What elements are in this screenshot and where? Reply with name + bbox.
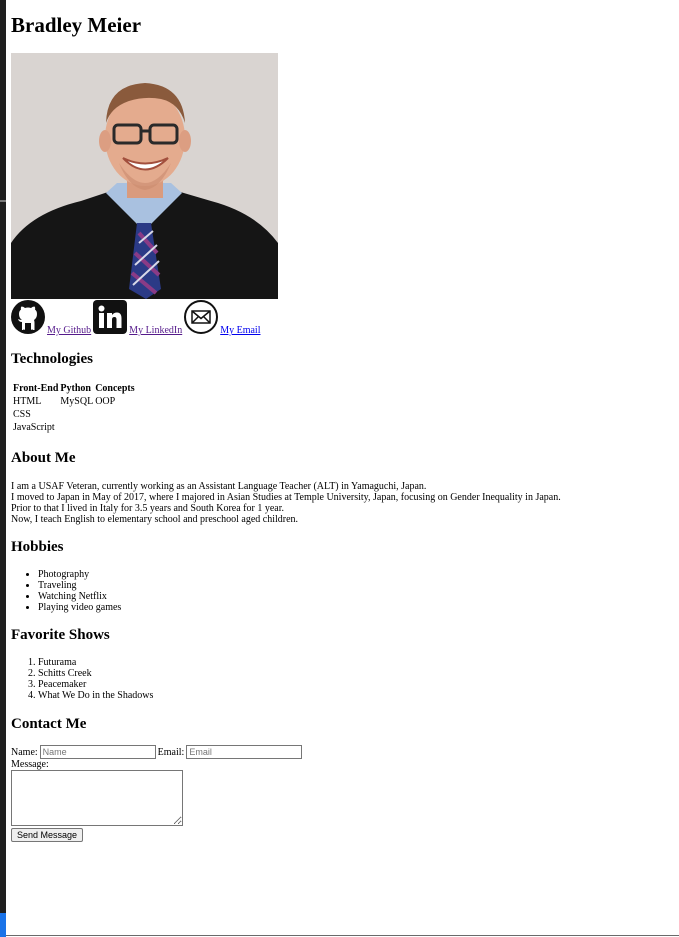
about-line: I moved to Japan in May of 2017, where I… xyxy=(11,492,561,503)
table-row: JavaScript xyxy=(13,422,135,433)
about-line: I am a USAF Veteran, currently working a… xyxy=(11,481,427,492)
about-line: Prior to that I lived in Italy for 3.5 y… xyxy=(11,503,284,514)
table-cell xyxy=(60,422,93,433)
email-input[interactable] xyxy=(186,745,303,759)
list-item: Photography xyxy=(38,569,121,580)
table-cell xyxy=(60,409,93,420)
hobbies-heading: Hobbies xyxy=(11,539,64,555)
table-header-row: Front-End Python Concepts xyxy=(13,383,135,394)
linkedin-icon[interactable] xyxy=(93,300,128,337)
page-title: Bradley Meier xyxy=(11,13,142,37)
list-item: What We Do in the Shadows xyxy=(38,690,153,701)
name-input[interactable] xyxy=(39,745,156,759)
table-cell: OOP xyxy=(95,396,116,407)
linkedin-link[interactable]: My LinkedIn xyxy=(129,325,182,337)
column-header: Front-End xyxy=(13,383,59,394)
window-bottom-edge xyxy=(6,935,679,936)
list-item: Schitts Creek xyxy=(38,668,153,679)
email-link[interactable]: My Email xyxy=(220,325,260,337)
table-cell: CSS xyxy=(13,409,31,420)
about-line: Now, I teach English to elementary schoo… xyxy=(11,514,299,525)
contact-heading: Contact Me xyxy=(11,716,87,732)
profile-photo-image xyxy=(11,53,278,299)
about-heading: About Me xyxy=(11,450,76,466)
table-cell: MySQL xyxy=(60,396,94,407)
hobbies-list: Photography Traveling Watching Netflix P… xyxy=(11,569,121,613)
column-header: Concepts xyxy=(95,383,135,394)
technologies-heading: Technologies xyxy=(11,351,93,367)
email-label: Email: xyxy=(157,746,185,758)
contact-form: Name: Email: Message: Send Message xyxy=(11,745,303,842)
table-cell: JavaScript xyxy=(13,422,55,433)
list-item: Peacemaker xyxy=(38,679,153,690)
name-label: Name: xyxy=(11,746,38,758)
send-message-button[interactable]: Send Message xyxy=(11,828,84,842)
list-item: Playing video games xyxy=(38,602,121,613)
taskbar-accent xyxy=(0,913,6,937)
contact-row: Name: Email: xyxy=(11,745,303,759)
list-item: Traveling xyxy=(38,580,121,591)
social-links: My Github My LinkedIn My Email xyxy=(11,300,263,337)
about-text: I am a USAF Veteran, currently working a… xyxy=(11,481,671,525)
profile-photo xyxy=(11,53,278,299)
table-cell: HTML xyxy=(13,396,42,407)
table-row: CSS xyxy=(13,409,135,420)
shows-heading: Favorite Shows xyxy=(11,627,110,643)
column-header: Python xyxy=(60,383,91,394)
edge-marker xyxy=(0,200,6,202)
message-textarea[interactable] xyxy=(11,770,183,826)
list-item: Futurama xyxy=(38,657,153,668)
message-label: Message: xyxy=(11,759,49,770)
table-cell xyxy=(95,422,134,433)
email-icon[interactable] xyxy=(184,300,219,337)
window-left-edge xyxy=(0,0,6,937)
list-item: Watching Netflix xyxy=(38,591,121,602)
table-row: HTML MySQL OOP xyxy=(13,396,135,407)
github-icon[interactable] xyxy=(11,300,45,337)
technologies-table: Front-End Python Concepts HTML MySQL OOP… xyxy=(11,381,137,435)
table-cell xyxy=(95,409,134,420)
shows-list: Futurama Schitts Creek Peacemaker What W… xyxy=(11,657,153,701)
github-link[interactable]: My Github xyxy=(47,325,91,337)
